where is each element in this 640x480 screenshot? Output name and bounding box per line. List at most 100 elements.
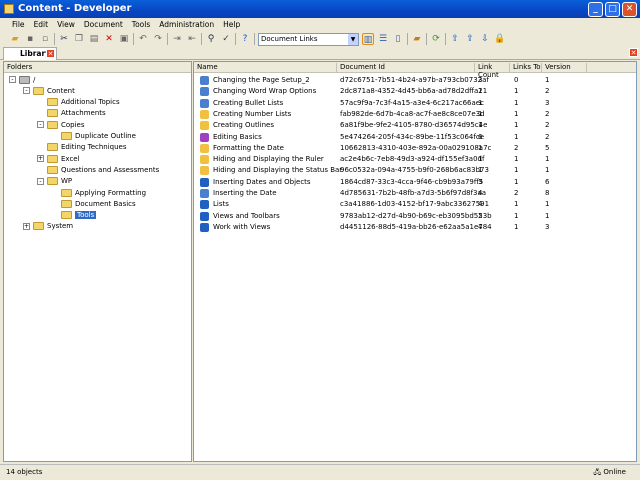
refresh-icon[interactable]: ⟳ — [430, 33, 442, 45]
table-row[interactable]: Changing the Page Setup_2 d72c6751-7b51-… — [194, 75, 634, 86]
table-row[interactable]: Inserting the Date 4d785631-7b2b-48fb-a7… — [194, 188, 634, 199]
folder-label: Questions and Assessments — [61, 165, 160, 174]
column-version[interactable]: Version — [542, 63, 587, 72]
print-icon[interactable]: ▫ — [39, 33, 51, 45]
table-row[interactable]: Changing Word Wrap Options 2dc871a8-4352… — [194, 86, 634, 97]
cell-links-to: 1 — [514, 87, 519, 96]
spellcheck-icon[interactable]: ✓ — [220, 33, 232, 45]
layout-details-icon[interactable]: ▥ — [362, 33, 374, 45]
table-row[interactable]: Hiding and Displaying the Status Bar 96c… — [194, 165, 634, 176]
tab-library[interactable]: Library ✕ — [3, 47, 57, 60]
redo-icon[interactable]: ↷ — [152, 33, 164, 45]
folder-node[interactable]: Editing Techniques — [47, 142, 127, 153]
expand-toggle[interactable]: - — [23, 87, 30, 95]
expand-toggle[interactable]: - — [9, 76, 16, 83]
properties-icon[interactable]: ▣ — [118, 33, 130, 45]
folder-node[interactable]: Duplicate Outline — [61, 131, 136, 142]
folder-node[interactable]: Attachments — [47, 108, 106, 119]
outdent-icon[interactable]: ⇤ — [186, 33, 198, 45]
folder-node[interactable]: Tools — [61, 210, 97, 221]
cell-links-to: 2 — [514, 189, 519, 197]
cell-version: 3 — [545, 98, 550, 107]
connection-icon: 🖧 — [593, 468, 604, 476]
cell-link-count: 2 — [478, 211, 483, 220]
layout-horizontal-icon[interactable]: ☰ — [377, 33, 389, 45]
menu-view[interactable]: View — [57, 20, 75, 29]
check-in-icon[interactable]: ⇧ — [449, 33, 461, 45]
cell-document-id: d72c6751-7b51-4b24-a97b-a793cb0732af — [340, 76, 489, 84]
menu-tools[interactable]: Tools — [132, 20, 150, 29]
new-folder-icon[interactable]: ▰ — [411, 33, 423, 45]
table-row[interactable]: Editing Basics 5e474264-205f-434c-89be-1… — [194, 132, 634, 143]
menu-edit[interactable]: Edit — [34, 20, 49, 29]
expand-toggle[interactable]: + — [37, 155, 44, 163]
check-out-icon[interactable]: ⇩ — [479, 33, 491, 45]
menu-file[interactable]: File — [12, 20, 25, 29]
folder-node[interactable]: Applying Formatting — [61, 187, 146, 198]
undo-icon[interactable]: ↶ — [137, 33, 149, 45]
folder-icon — [61, 199, 72, 208]
table-row[interactable]: Formatting the Date 10662813-4310-403e-8… — [194, 143, 634, 154]
library-icon — [19, 75, 30, 84]
maximize-button[interactable]: □ — [605, 2, 620, 17]
folder-label: Applying Formatting — [75, 188, 147, 197]
table-row[interactable]: Views and Toolbars 9783ab12-d27d-4b90-b6… — [194, 211, 634, 222]
close-all-tabs-icon[interactable]: ✕ — [629, 48, 638, 57]
expand-toggle[interactable]: - — [37, 177, 44, 185]
table-row[interactable]: Hiding and Displaying the Ruler ac2e4b6c… — [194, 154, 634, 165]
cut-icon[interactable]: ✂ — [58, 33, 70, 45]
layout-vertical-icon[interactable]: ▯ — [392, 33, 404, 45]
cell-version: 2 — [545, 87, 550, 96]
close-tab-icon[interactable]: ✕ — [46, 49, 55, 58]
save-icon[interactable]: ▪ — [24, 33, 36, 45]
cell-document-id: fab982de-6d7b-4ca8-ac7f-ae8c8ce07e3d — [340, 109, 485, 118]
table-row[interactable]: Work with Views d4451126-88d5-419a-bb26-… — [194, 222, 634, 233]
find-icon[interactable]: ⚲ — [205, 33, 217, 45]
book-icon — [200, 222, 209, 232]
menu-help[interactable]: Help — [223, 20, 240, 29]
cell-links-to: 0 — [514, 76, 519, 84]
menu-document[interactable]: Document — [84, 20, 123, 29]
column-links-to[interactable]: Links To — [510, 63, 542, 72]
table-row[interactable]: Inserting Dates and Objects 1864cd87-33c… — [194, 177, 634, 188]
column-document-id[interactable]: Document Id — [337, 63, 475, 72]
column-name[interactable]: Name — [194, 63, 337, 72]
folder-label: System — [47, 222, 74, 231]
folder-node[interactable]: Content — [33, 85, 75, 96]
folder-node[interactable]: Document Basics — [61, 198, 136, 209]
expand-toggle[interactable]: - — [37, 121, 44, 129]
folder-node[interactable]: System — [33, 221, 73, 232]
cell-link-count: 1 — [478, 87, 483, 96]
cell-link-count: 4 — [478, 222, 483, 231]
paste-icon[interactable]: ▤ — [88, 33, 100, 45]
view-select[interactable]: Document Links ▼ — [258, 32, 359, 46]
column-link-count[interactable]: Link Count — [475, 63, 510, 79]
folder-node[interactable]: Additional Topics — [47, 97, 120, 108]
expand-toggle[interactable]: + — [23, 222, 30, 230]
question-icon — [200, 143, 209, 153]
folder-node[interactable]: Excel — [47, 153, 80, 164]
folder-node[interactable]: / — [19, 74, 35, 85]
cell-link-count: 1 — [478, 109, 483, 118]
folder-label: Excel — [61, 154, 80, 163]
help-icon[interactable]: ? — [239, 33, 251, 45]
menu-administration[interactable]: Administration — [159, 20, 214, 29]
folder-node[interactable]: Questions and Assessments — [47, 164, 159, 175]
cell-version: 1 — [545, 211, 550, 220]
table-row[interactable]: Creating Number Lists fab982de-6d7b-4ca8… — [194, 109, 634, 120]
open-icon[interactable]: ▰ — [9, 33, 21, 45]
cell-document-id: c3a41886-1d03-4152-bf17-9abc33627591 — [340, 200, 490, 209]
minimize-button[interactable]: _ — [588, 2, 603, 17]
folder-label: / — [33, 75, 36, 84]
folder-node[interactable]: WP — [47, 176, 72, 187]
lock-icon[interactable]: 🔒 — [494, 33, 506, 45]
folder-node[interactable]: Copies — [47, 119, 85, 130]
close-button[interactable]: ✕ — [622, 2, 637, 17]
table-row[interactable]: Lists c3a41886-1d03-4152-bf17-9abc336275… — [194, 199, 634, 210]
check-in-all-icon[interactable]: ⇪ — [464, 33, 476, 45]
copy-icon[interactable]: ❐ — [73, 33, 85, 45]
table-row[interactable]: Creating Bullet Lists 57ac9f9a-7c3f-4a15… — [194, 98, 634, 109]
table-row[interactable]: Creating Outlines 6a81f9be-9fe2-4105-878… — [194, 120, 634, 131]
delete-icon[interactable]: ✕ — [103, 33, 115, 45]
indent-icon[interactable]: ⇥ — [171, 33, 183, 45]
